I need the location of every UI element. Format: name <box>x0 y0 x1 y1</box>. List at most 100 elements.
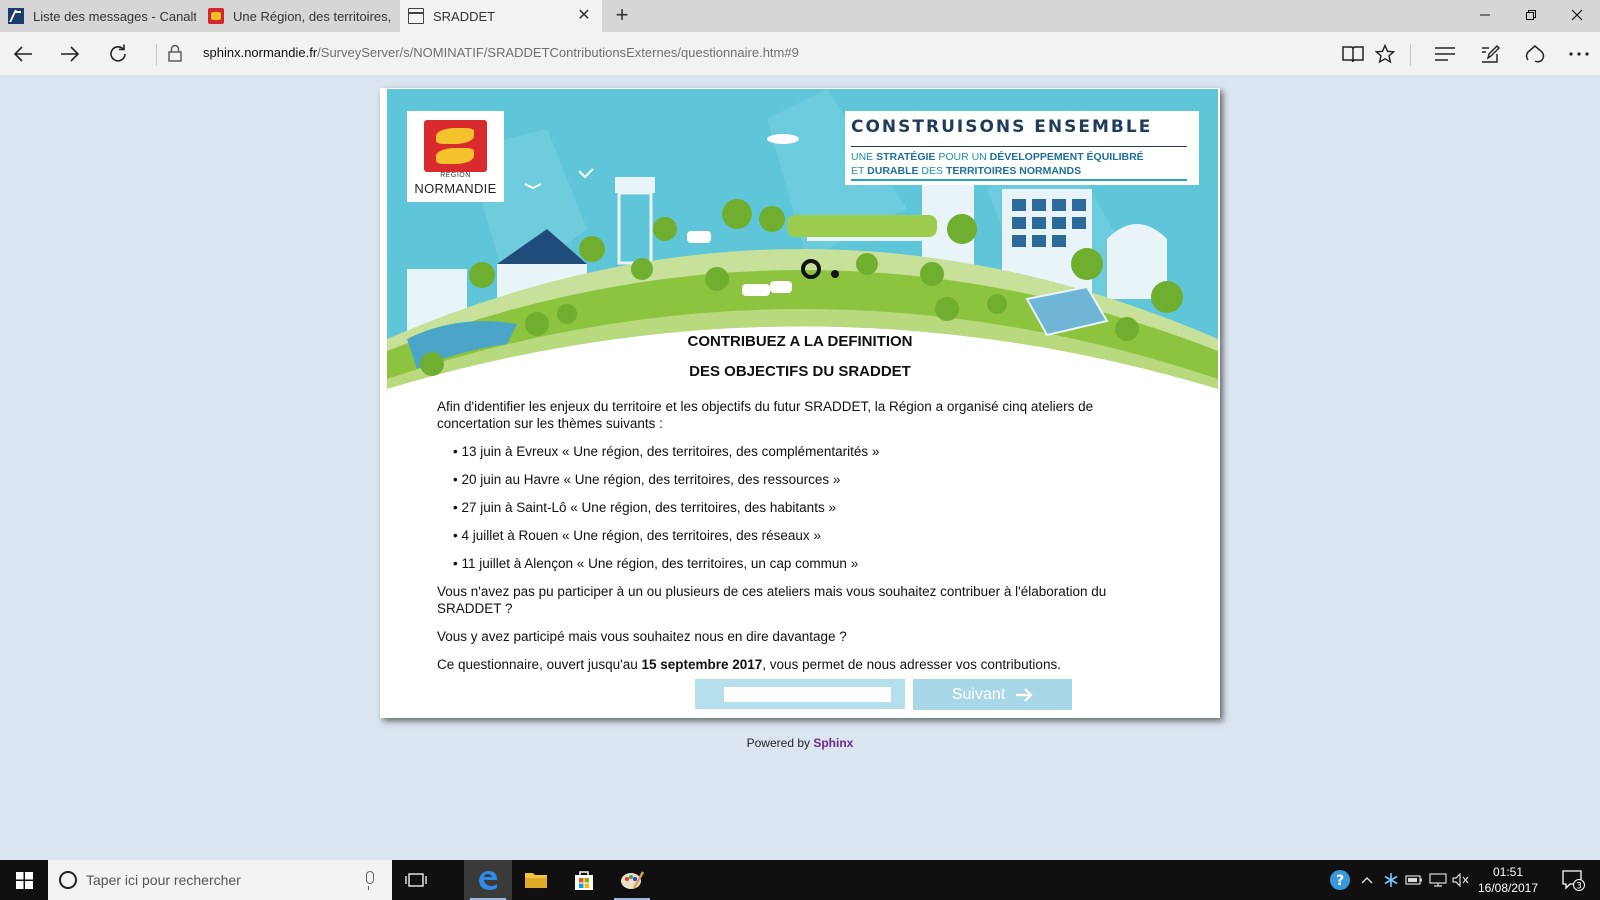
closing-text: , vous permet de nous adresser vos contr… <box>762 657 1061 672</box>
page-subtitle: DES OBJECTIFS DU SRADDET <box>689 363 911 380</box>
windows-icon <box>15 871 33 889</box>
list-item: • 13 juin à Evreux « Une région, des ter… <box>453 444 880 459</box>
battery-tray-button[interactable] <box>1403 860 1425 900</box>
list-item: • 11 juillet à Alençon « Une région, des… <box>453 556 859 571</box>
url-field[interactable]: sphinx.normandie.fr/SurveyServer/s/NOMIN… <box>203 45 799 60</box>
web-note-button[interactable] <box>1473 38 1507 70</box>
lock-icon[interactable] <box>168 44 182 67</box>
arrow-left-icon <box>13 46 32 62</box>
powered-by-text: Powered by <box>746 736 810 750</box>
taskbar-store[interactable] <box>560 860 608 900</box>
sphinx-link[interactable]: Sphinx <box>813 736 853 750</box>
network-icon <box>1429 873 1447 887</box>
slogan-underline <box>851 179 1187 181</box>
tab-outlook[interactable]: Liste des messages - Canalt <box>0 0 196 32</box>
tab-title: SRADDET <box>433 8 496 24</box>
list-item: • 20 juin au Havre « Une région, des ter… <box>453 472 841 487</box>
region-logo[interactable]: RÉGION NORMANDIE <box>407 111 504 202</box>
slogan-subtitle: UNE STRATÉGIE POUR UN DÉVELOPPEMENT ÉQUI… <box>851 150 1144 178</box>
next-button[interactable]: Suivant <box>913 679 1072 710</box>
new-tab-button[interactable]: + <box>606 0 638 32</box>
tab-title: Liste des messages - Canalt <box>33 8 196 24</box>
forward-button[interactable] <box>53 38 87 70</box>
network-tray-button[interactable] <box>1427 860 1449 900</box>
tab-sraddet[interactable]: SRADDET ✕ <box>400 0 602 32</box>
clock-date: 16/08/2017 <box>1477 881 1539 895</box>
more-button[interactable] <box>1562 38 1596 70</box>
help-tray-button[interactable]: ? <box>1326 860 1354 900</box>
share-icon <box>1525 45 1545 63</box>
hub-icon <box>1435 47 1455 61</box>
list-item: • 27 juin à Saint-Lô « Une région, des t… <box>453 500 836 515</box>
survey-card: RÉGION NORMANDIE CONSTRUISONS ENSEMBLE U… <box>380 88 1220 718</box>
reading-view-button[interactable] <box>1336 38 1370 70</box>
next-button-label: Suivant <box>951 685 1006 703</box>
arrow-right-icon <box>1016 687 1033 702</box>
closing-date: 15 septembre 2017 <box>641 657 763 672</box>
volume-tray-button[interactable] <box>1450 860 1472 900</box>
page-icon <box>408 8 424 24</box>
restore-icon <box>1526 10 1536 20</box>
intro-paragraph: Afin d'identifier les enjeux du territoi… <box>437 399 1094 431</box>
taskbar-paint[interactable] <box>608 860 656 900</box>
slogan-text: ET <box>851 165 868 177</box>
slogan-text: STRATÉGIE <box>876 151 936 163</box>
taskbar-search[interactable]: Taper ici pour rechercher <box>48 860 392 900</box>
refresh-button[interactable] <box>101 38 135 70</box>
snowflake-tray-button[interactable] <box>1380 860 1402 900</box>
closing-text: Ce questionnaire, ouvert jusqu'au <box>437 657 642 672</box>
action-center-button[interactable]: 3 <box>1553 860 1593 900</box>
taskbar-explorer[interactable] <box>512 860 560 900</box>
slogan-box: CONSTRUISONS ENSEMBLE UNE STRATÉGIE POUR… <box>845 111 1199 185</box>
separator <box>1410 44 1411 66</box>
minimize-button[interactable] <box>1462 0 1508 32</box>
folder-icon <box>525 873 547 888</box>
clock-time: 01:51 <box>1492 865 1524 879</box>
start-button[interactable] <box>0 860 48 900</box>
outlook-icon <box>8 8 24 24</box>
show-hidden-icons-button[interactable] <box>1356 860 1378 900</box>
store-icon <box>575 871 593 890</box>
question-paragraph: Vous n'avez pas pu participer à un ou pl… <box>437 584 1107 616</box>
slogan-title: CONSTRUISONS ENSEMBLE <box>851 117 1153 137</box>
microphone-icon[interactable] <box>366 871 374 890</box>
task-view-icon <box>405 873 427 887</box>
url-host: sphinx.normandie.fr <box>203 45 318 60</box>
progress-bar <box>695 679 905 709</box>
slogan-text: POUR UN <box>935 151 990 163</box>
minimize-icon <box>1480 14 1490 16</box>
lions-shield-icon <box>424 120 487 172</box>
search-placeholder: Taper ici pour rechercher <box>86 872 241 888</box>
refresh-icon <box>110 44 126 62</box>
progress-fill <box>705 687 724 702</box>
restore-button[interactable] <box>1508 0 1554 32</box>
share-button[interactable] <box>1518 38 1552 70</box>
survey-text: Afin d'identifier les enjeux du territoi… <box>437 398 1157 684</box>
closing-paragraph: Ce questionnaire, ouvert jusqu'au 15 sep… <box>437 656 1157 673</box>
cortana-icon <box>59 871 77 889</box>
list-item: • 4 juillet à Rouen « Une région, des te… <box>453 528 821 543</box>
task-view-button[interactable] <box>392 860 440 900</box>
taskbar-clock[interactable]: 01:51 16/08/2017 <box>1472 864 1544 896</box>
back-button[interactable] <box>6 38 40 70</box>
volume-muted-icon <box>1452 873 1469 887</box>
separator <box>156 44 157 66</box>
close-tab-icon[interactable]: ✕ <box>574 6 594 26</box>
edge-icon <box>479 871 497 890</box>
tab-region[interactable]: Une Région, des territoires, <box>200 0 396 32</box>
address-bar: sphinx.normandie.fr/SurveyServer/s/NOMIN… <box>0 32 1600 76</box>
region-normandie-icon <box>208 8 224 24</box>
logo-name: NORMANDIE <box>414 181 497 196</box>
slogan-text: TERRITOIRES NORMANDS <box>945 165 1082 177</box>
arrow-right-icon <box>61 46 80 62</box>
slogan-divider <box>851 146 1187 147</box>
close-icon <box>1571 9 1583 21</box>
tab-strip: Liste des messages - Canalt Une Région, … <box>0 0 1600 32</box>
hub-button[interactable] <box>1428 38 1462 70</box>
taskbar-edge[interactable] <box>464 860 512 900</box>
favorite-button[interactable] <box>1368 38 1402 70</box>
more-icon <box>1569 52 1589 56</box>
logo-caption: RÉGION <box>440 172 471 179</box>
close-window-button[interactable] <box>1554 0 1600 32</box>
taskbar: Taper ici pour rechercher ? 01:51 16/08/… <box>0 860 1600 900</box>
